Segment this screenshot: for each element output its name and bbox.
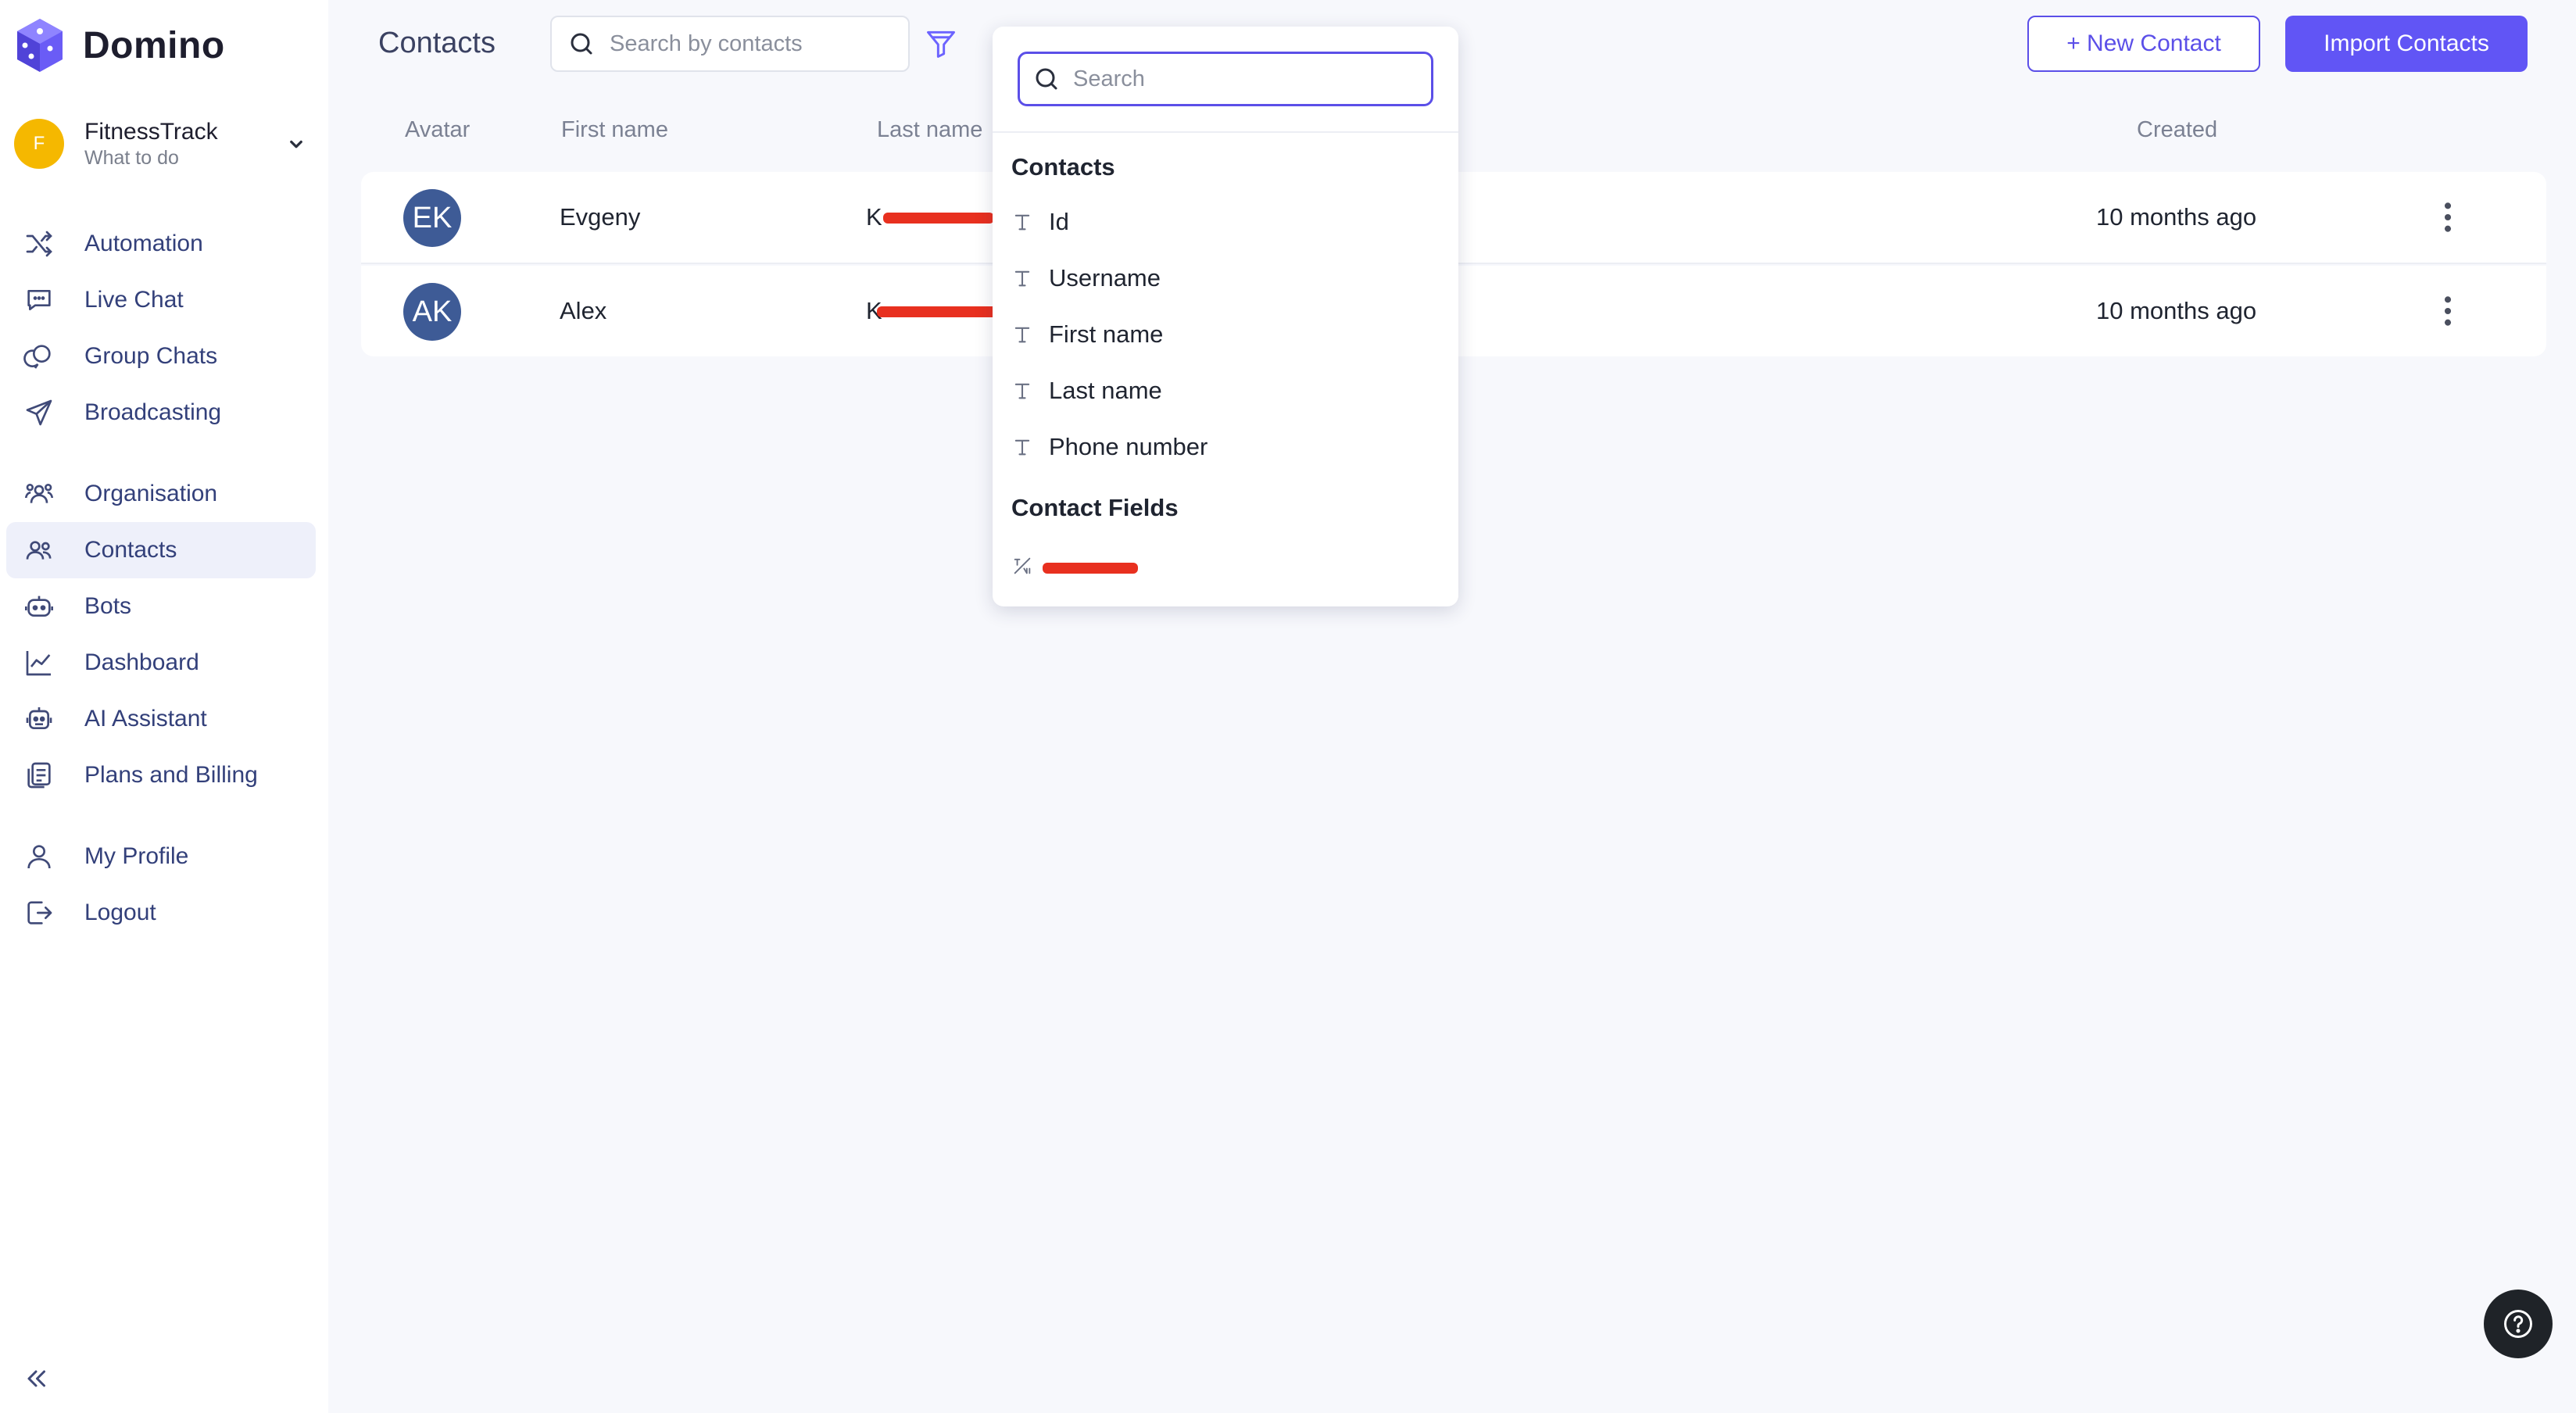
- text-type-icon: [1014, 270, 1030, 287]
- workspace-switcher[interactable]: F FitnessTrack What to do: [14, 116, 319, 172]
- import-contacts-button[interactable]: Import Contacts: [2285, 16, 2528, 72]
- help-button[interactable]: [2484, 1290, 2553, 1358]
- sidebar-item-label: Group Chats: [84, 343, 218, 369]
- user-icon: [27, 845, 51, 869]
- contacts-icon: [26, 541, 52, 560]
- group-chat-icon: [23, 345, 51, 369]
- workspace-subtitle: What to do: [84, 147, 179, 169]
- column-header-last-name[interactable]: Last name: [877, 117, 982, 143]
- field-option-id[interactable]: Id: [1011, 199, 1440, 245]
- column-header-created[interactable]: Created: [2137, 117, 2217, 143]
- sidebar-item-label: Live Chat: [84, 287, 184, 313]
- filter-field-dropdown: Contacts Id Username First name Last nam…: [993, 27, 1458, 606]
- sidebar-item-live-chat[interactable]: Live Chat: [6, 272, 316, 328]
- workspace-avatar: F: [14, 119, 64, 169]
- question-mark-icon: [2504, 1310, 2532, 1338]
- new-contact-button[interactable]: + New Contact: [2027, 16, 2260, 72]
- redaction-mark: [883, 213, 994, 224]
- sidebar-item-label: Bots: [84, 593, 132, 619]
- chevron-down-icon: [290, 140, 302, 148]
- redaction-mark: [877, 306, 999, 317]
- contacts-search[interactable]: [550, 16, 910, 72]
- paper-plane-icon: [26, 399, 52, 426]
- dropdown-search[interactable]: [1018, 52, 1433, 106]
- text-type-icon: [1014, 383, 1030, 399]
- text-type-icon: [1014, 439, 1030, 456]
- text-type-icon: [1014, 214, 1030, 231]
- first-name-cell: Evgeny: [560, 203, 641, 231]
- created-cell: 10 months ago: [2096, 203, 2257, 231]
- field-option-custom[interactable]: [1011, 542, 1440, 589]
- chat-bubble-icon: [27, 290, 51, 310]
- field-option-label: Phone number: [1049, 433, 1208, 460]
- sidebar-item-my-profile[interactable]: My Profile: [6, 828, 316, 885]
- field-option-label: Id: [1049, 208, 1069, 235]
- field-option-last-name[interactable]: Last name: [1011, 367, 1440, 414]
- sidebar-item-label: Contacts: [84, 537, 177, 563]
- sidebar-item-group-chats[interactable]: Group Chats: [6, 328, 316, 385]
- sidebar-item-label: Automation: [84, 231, 203, 256]
- field-option-label: First name: [1049, 320, 1164, 348]
- sidebar-item-label: Dashboard: [84, 649, 199, 675]
- text-type-icon: [1014, 327, 1030, 343]
- billing-icon: [27, 762, 51, 789]
- sidebar-item-automation[interactable]: Automation: [6, 216, 316, 272]
- search-icon: [571, 33, 592, 55]
- sidebar-item-broadcasting[interactable]: Broadcasting: [6, 385, 316, 441]
- column-header-first-name[interactable]: First name: [561, 117, 668, 143]
- sidebar-item-logout[interactable]: Logout: [6, 885, 316, 941]
- column-header-avatar: Avatar: [405, 117, 470, 142]
- search-input[interactable]: [610, 30, 891, 57]
- workspace-info: FitnessTrack What to do: [84, 118, 284, 170]
- number-type-icon: [1014, 557, 1031, 574]
- field-option-phone-number[interactable]: Phone number: [1011, 424, 1440, 470]
- redaction-mark: [1043, 563, 1138, 574]
- organisation-icon: [25, 484, 53, 503]
- sidebar-item-ai-assistant[interactable]: AI Assistant: [6, 691, 316, 747]
- section-heading-contacts: Contacts: [1011, 153, 1115, 181]
- brand-logo[interactable]: Domino: [14, 17, 225, 73]
- filter-icon[interactable]: [924, 27, 958, 61]
- sidebar-item-organisation[interactable]: Organisation: [6, 466, 316, 522]
- sidebar-item-dashboard[interactable]: Dashboard: [6, 635, 316, 691]
- page-title: Contacts: [378, 27, 496, 59]
- avatar: EK: [403, 189, 461, 247]
- sidebar-item-label: My Profile: [84, 843, 189, 869]
- sidebar-item-contacts[interactable]: Contacts: [6, 522, 316, 578]
- field-option-first-name[interactable]: First name: [1011, 311, 1440, 358]
- sidebar-item-plans-billing[interactable]: Plans and Billing: [6, 747, 316, 803]
- sidebar-item-label: Broadcasting: [84, 399, 222, 425]
- sidebar: Domino F FitnessTrack What to do Automat…: [0, 0, 328, 1413]
- avatar: AK: [403, 283, 461, 341]
- sidebar-item-bots[interactable]: Bots: [6, 578, 316, 635]
- robot-head-icon: [26, 707, 52, 729]
- created-cell: 10 months ago: [2096, 297, 2257, 324]
- more-options-icon[interactable]: [2438, 294, 2457, 328]
- chart-line-icon: [26, 651, 51, 676]
- more-options-icon[interactable]: [2438, 200, 2457, 234]
- domino-logo-icon: [17, 19, 63, 72]
- section-heading-contact-fields: Contact Fields: [1011, 494, 1179, 521]
- bot-icon: [25, 596, 53, 617]
- field-option-label: Username: [1049, 264, 1161, 292]
- sidebar-item-label: AI Assistant: [84, 706, 207, 732]
- field-option-label: Last name: [1049, 377, 1162, 404]
- brand-name: Domino: [83, 24, 225, 66]
- collapse-sidebar-icon[interactable]: [22, 1365, 50, 1393]
- last-name-cell: K: [866, 203, 882, 231]
- dropdown-divider: [993, 131, 1458, 133]
- sidebar-item-label: Logout: [84, 900, 156, 925]
- sidebar-item-label: Organisation: [84, 481, 218, 506]
- first-name-cell: Alex: [560, 297, 607, 324]
- shuffle-icon: [26, 231, 52, 257]
- sidebar-item-label: Plans and Billing: [84, 762, 258, 788]
- workspace-name: FitnessTrack: [84, 119, 218, 145]
- logout-icon: [27, 901, 52, 925]
- search-icon: [1036, 68, 1057, 90]
- field-option-username[interactable]: Username: [1011, 255, 1440, 302]
- dropdown-search-input[interactable]: [1073, 66, 1417, 92]
